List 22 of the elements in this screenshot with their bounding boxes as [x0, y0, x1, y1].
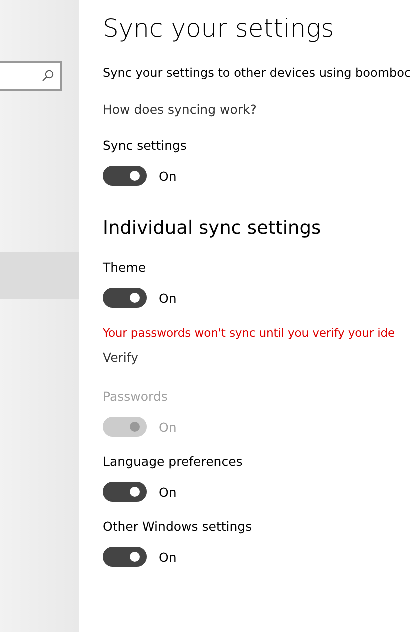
- toggle-state: On: [159, 484, 177, 500]
- help-link[interactable]: How does syncing work?: [103, 102, 418, 118]
- toggle-state: On: [159, 550, 177, 564]
- verify-link[interactable]: Verify: [103, 350, 418, 366]
- search-icon: [42, 70, 54, 82]
- section-heading: Individual sync settings: [103, 217, 322, 241]
- setting-label: Sync settings: [103, 138, 188, 154]
- toggle-state: On: [159, 420, 177, 434]
- toggle-switch[interactable]: [103, 482, 147, 502]
- toggle-switch[interactable]: [103, 547, 147, 567]
- warning-message: Your passwords won't sync until you verify your ide: [103, 325, 396, 341]
- setting-label: Theme: [103, 260, 148, 276]
- toggle-switch[interactable]: [103, 166, 147, 186]
- setting-label: Language preferences: [103, 454, 244, 470]
- page-description: Sync your settings to other devices using boomboc: [103, 65, 412, 81]
- toggle-state: On: [159, 168, 177, 184]
- setting-label: Other Windows settings: [103, 519, 254, 535]
- setting-label: Passwords: [103, 389, 169, 405]
- search-field[interactable]: [0, 61, 62, 91]
- page-title: Sync your settings: [103, 13, 336, 45]
- toggle-switch[interactable]: [103, 288, 147, 308]
- toggle-state: On: [159, 290, 177, 306]
